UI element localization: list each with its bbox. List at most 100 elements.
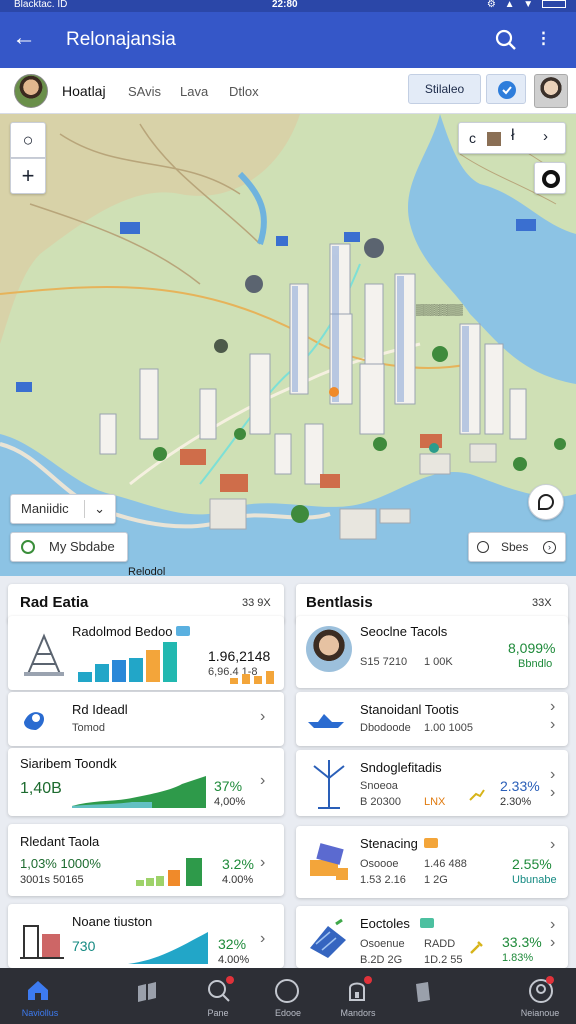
left-card-4[interactable]: Rledant Taola 1,03% 1000% 3001s 50165 3.… <box>8 824 284 896</box>
left-card-2[interactable]: Rd Ideadl Tomod › <box>8 692 284 746</box>
status-icons: ⚙ ▲ ▼ <box>487 0 566 11</box>
chevron-right-icon[interactable]: › <box>260 708 265 726</box>
user-thumbnail[interactable] <box>534 74 568 108</box>
right-card-1-sub2: 1 00K <box>424 656 453 668</box>
left-card-5-value: 730 <box>72 938 96 954</box>
back-arrow-icon[interactable]: ← <box>12 26 36 50</box>
chart-bar <box>112 660 126 682</box>
search-icon[interactable] <box>494 28 518 52</box>
nav-edooe[interactable]: Edooe <box>248 968 328 1024</box>
tab-lava[interactable]: Lava <box>180 84 208 99</box>
left-card-3-title: Siaribem Toondk <box>20 756 117 771</box>
left-panel-badge: 33 9X <box>242 597 271 609</box>
nav-pane[interactable]: Pane <box>178 968 258 1024</box>
chevron-right-icon[interactable]: › <box>550 716 555 734</box>
flag-icon <box>138 982 156 1002</box>
right-card-4-value-sub: Ubunabe <box>512 874 557 886</box>
right-panel-badge: 33X <box>532 597 552 609</box>
city-map[interactable]: ▒▒▒▒▒▒ Relodol ○ + c ł › Maniidic ⌄ My S… <box>0 114 576 576</box>
app-bar: ← Relonajansia ⁝ <box>0 12 576 68</box>
status-bar: Blacktac. ID 22:80 ⚙ ▲ ▼ <box>0 0 576 12</box>
battery-icon <box>542 0 566 9</box>
zoom-out-button[interactable]: ○ <box>10 122 46 158</box>
right-card-2-title: Stanoidanl Tootis <box>360 702 459 717</box>
right-card-4-sub2: 1.53 2.16 <box>360 874 406 886</box>
nav-profile[interactable]: Neianoue <box>500 968 576 1024</box>
status-ring-icon <box>21 540 35 554</box>
nav-bookmark[interactable] <box>384 968 464 1024</box>
compass-button[interactable] <box>534 162 566 194</box>
layer-pin-icon[interactable]: ł <box>511 127 515 145</box>
tab-dtlox[interactable]: Dtlox <box>229 84 259 99</box>
right-card-5[interactable]: Eoctoles Osoenue B.2D 2G RADD 1D.2 55 33… <box>296 906 568 968</box>
my-status-button[interactable]: My Sbdabe <box>10 532 128 562</box>
chevron-right-icon[interactable]: › <box>550 836 555 854</box>
right-card-4[interactable]: Stenacing Osoooe 1.53 2.16 1.46 488 1 2G… <box>296 826 568 898</box>
right-card-3-title: Sndoglefitadis <box>360 760 442 775</box>
left-card-5-area-chart <box>128 932 208 964</box>
layer-next-icon[interactable]: › <box>543 128 548 145</box>
nav-home[interactable]: Naviollus <box>0 968 80 1024</box>
right-card-1[interactable]: Seoclne Tacols S15 7210 1 00K 8,099% Bbn… <box>296 616 568 688</box>
right-card-2-sub2: 1.00 1005 <box>424 722 473 734</box>
right-card-3[interactable]: Sndoglefitadis Snoeoa B 20300 LNX 2.33% … <box>296 750 568 816</box>
notification-dot <box>546 976 554 984</box>
right-card-5-value: 33.3% <box>502 934 542 950</box>
left-card-4-pct: 3.2% <box>222 856 254 872</box>
right-card-1-value: 8,099% <box>508 640 556 656</box>
warning-tag-icon <box>424 838 438 848</box>
lock-icon <box>349 982 365 1001</box>
layer-c-icon[interactable]: c <box>469 130 476 146</box>
layer-thumbnail-icon[interactable] <box>487 132 501 146</box>
chevron-right-icon[interactable]: › <box>260 772 265 790</box>
verified-badge-icon <box>498 81 516 99</box>
more-icon[interactable]: ⁝ <box>540 26 547 52</box>
left-card-4-value: 1,03% 1000% <box>20 856 101 871</box>
right-card-4-value: 2.55% <box>512 856 552 872</box>
avatar[interactable] <box>14 74 48 108</box>
left-card-5[interactable]: Noane tiuston 730 32% 4.00% › <box>8 904 284 968</box>
circle-icon <box>275 979 299 1003</box>
info-tag-icon <box>420 918 434 928</box>
chevron-right-icon[interactable]: › <box>550 934 555 952</box>
map-mode-dropdown[interactable]: Maniidic ⌄ <box>10 494 116 524</box>
chevron-up-icon[interactable]: › <box>550 698 555 716</box>
right-card-2[interactable]: Stanoidanl Tootis Dbodoode 1.00 1005 › › <box>296 692 568 746</box>
zoom-in-button[interactable]: + <box>10 158 46 194</box>
right-panel-title: Bentlasis <box>306 594 373 611</box>
nav-flag[interactable] <box>106 968 186 1024</box>
map-label-district: ▒▒▒▒▒▒ <box>416 304 463 316</box>
chevron-right-icon[interactable]: › <box>550 916 555 934</box>
chevron-right-icon[interactable]: › <box>550 766 555 784</box>
chevron-right-icon[interactable]: › <box>260 854 265 872</box>
ship-icon <box>308 714 344 728</box>
nav-profile-label: Neianoue <box>520 1008 560 1018</box>
nav-pane-label: Pane <box>207 1008 229 1018</box>
bottom-nav: Naviollus Pane Edooe Mandors Neianoue <box>0 968 576 1024</box>
right-card-3-value: 2.33% <box>500 778 540 794</box>
right-card-1-title: Seoclne Tacols <box>360 624 448 639</box>
chart-bar <box>146 650 160 682</box>
profile-row: Hoatlaj SAvis Lava Dtlox Stilaleo <box>0 68 576 114</box>
chevron-down-icon: ⌄ <box>94 501 105 516</box>
tab-savis[interactable]: SAvis <box>128 84 161 99</box>
right-card-5-sub3: RADD <box>424 938 456 950</box>
right-card-3-sub4: 2.30% <box>500 796 532 808</box>
slides-button[interactable]: Sbes › <box>468 532 566 562</box>
building-icon <box>20 925 64 959</box>
chevron-right-icon[interactable]: › <box>550 784 555 802</box>
chart-bar <box>95 664 109 682</box>
left-card-3[interactable]: Siaribem Toondk 1,40B 37% 4,00% › <box>8 748 284 816</box>
map-layer-toolbar[interactable]: c ł › <box>458 122 566 154</box>
chevron-right-icon[interactable]: › <box>260 930 265 948</box>
right-card-2-sub: Dbodoode <box>360 722 411 734</box>
home-icon <box>28 981 48 1000</box>
locate-button[interactable] <box>528 484 564 520</box>
right-card-3-sub: Snoeoa <box>360 780 398 792</box>
action-button[interactable]: Stilaleo <box>408 74 481 104</box>
my-status-label: My Sbdabe <box>49 539 115 554</box>
left-card-4-title: Rledant Taola <box>20 834 100 849</box>
left-card-1[interactable]: Radolmod Bedoo 1.96,2148 6,96.4 1-8 <box>8 616 284 690</box>
verify-button[interactable] <box>486 74 526 104</box>
right-card-5-value-sub: 1.83% <box>502 952 534 964</box>
